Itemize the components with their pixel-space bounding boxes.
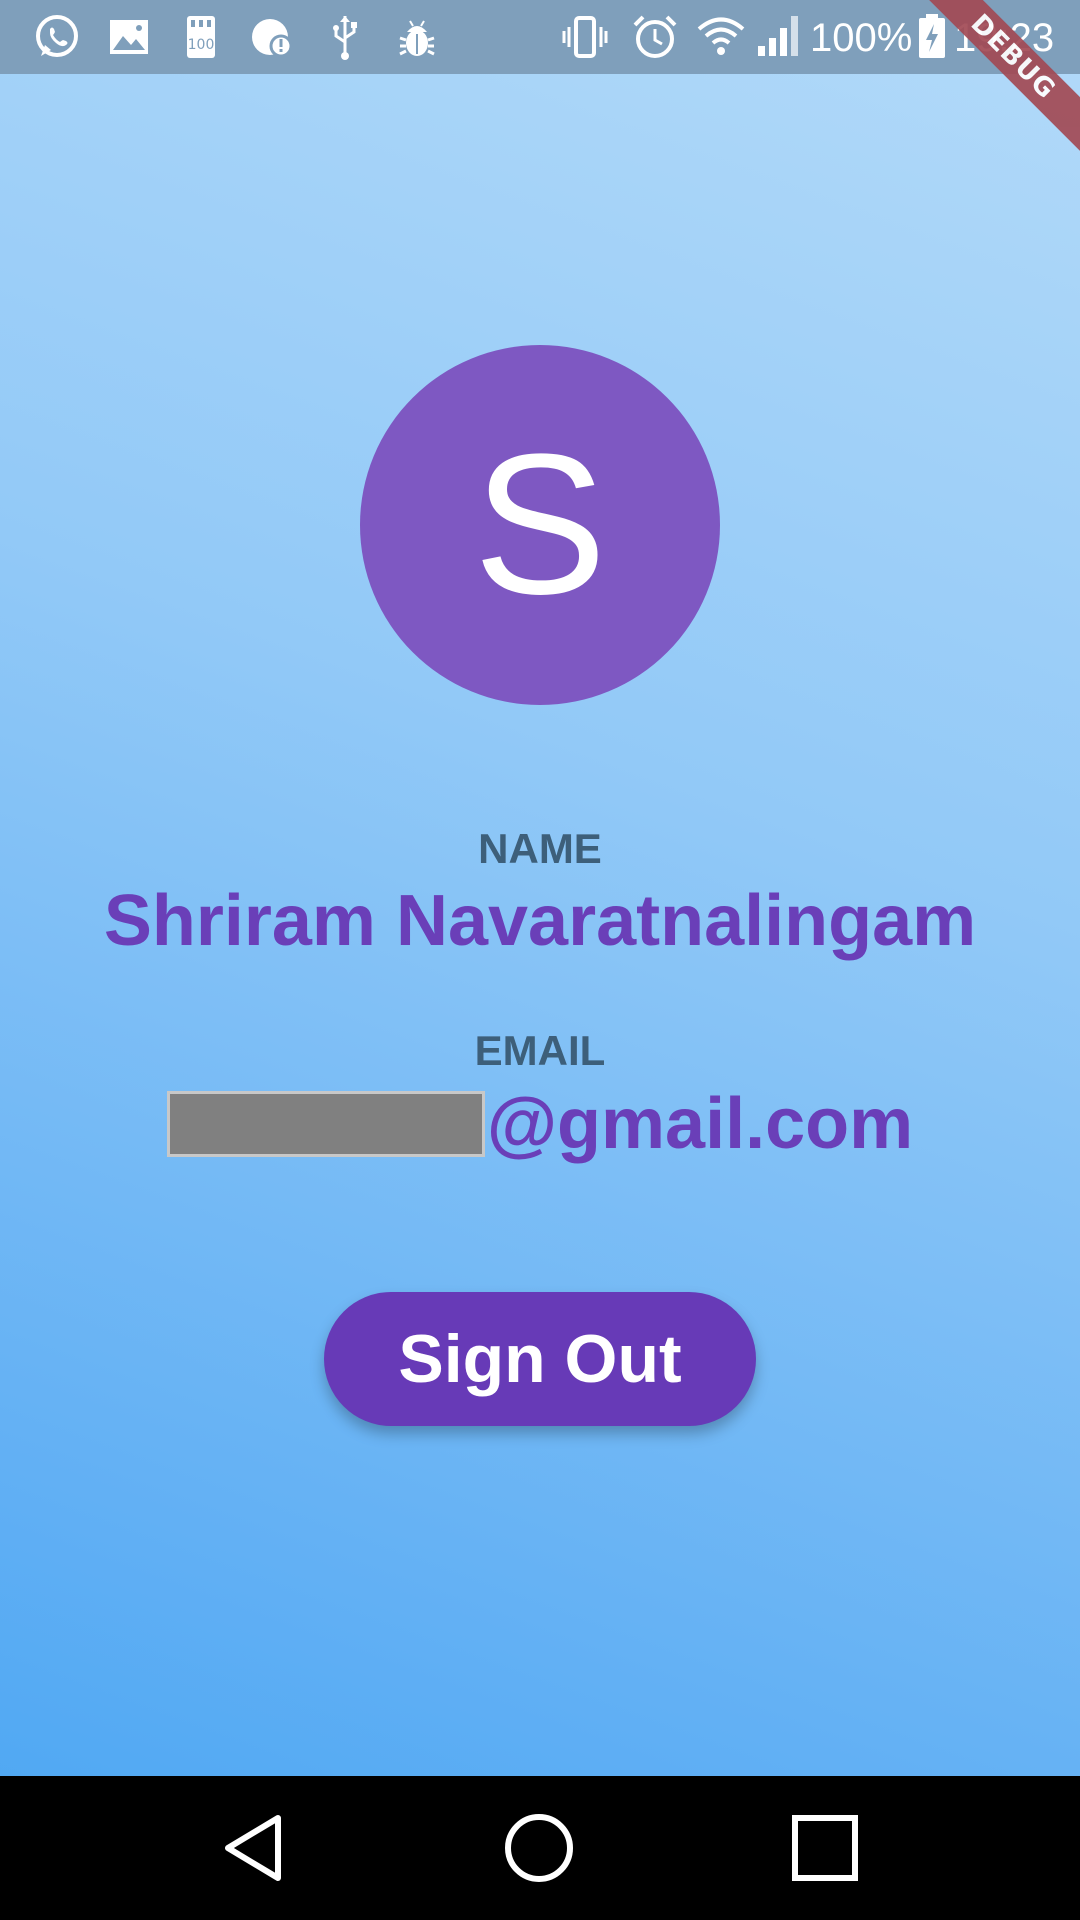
usb-icon — [320, 12, 370, 62]
avatar: S — [360, 345, 720, 705]
recents-icon[interactable] — [785, 1808, 865, 1888]
back-icon[interactable] — [216, 1808, 296, 1888]
email-label: EMAIL — [474, 1027, 606, 1074]
svg-text:100: 100 — [188, 37, 215, 53]
status-bar: 100 100% 19:23 — [0, 0, 1080, 74]
email-redaction — [166, 1091, 485, 1157]
navigation-bar — [0, 1776, 1080, 1920]
sign-out-button[interactable]: Sign Out — [324, 1292, 756, 1426]
sd-card-icon: 100 — [176, 12, 226, 62]
battery-percent: 100% — [810, 16, 913, 60]
gallery-icon — [104, 12, 154, 62]
alert-icon — [248, 12, 298, 62]
alarm-icon — [630, 12, 680, 62]
home-icon[interactable] — [499, 1808, 579, 1888]
name-value: Shriram Navaratnalingam — [103, 881, 977, 961]
wifi-icon — [696, 12, 746, 62]
name-label: NAME — [478, 825, 602, 872]
vibrate-icon — [560, 12, 610, 62]
profile-screen: 100 100% 19:23 DEBUG S NAME — [0, 0, 1080, 1920]
signal-icon — [756, 12, 806, 62]
email-domain: @gmail.com — [486, 1084, 914, 1164]
battery-charging-icon — [916, 12, 948, 62]
whatsapp-icon — [32, 12, 82, 62]
email-value: @gmail.com — [0, 1082, 1080, 1166]
android-debug-icon — [392, 12, 442, 62]
